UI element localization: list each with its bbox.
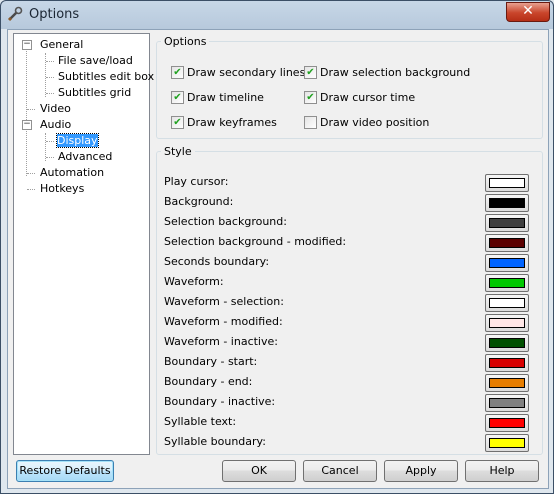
color-picker-button[interactable] <box>485 214 529 232</box>
style-row-label: Boundary - start: <box>164 355 258 368</box>
color-swatch <box>489 238 525 248</box>
checkmark-icon: ✔ <box>171 115 184 129</box>
color-picker-button[interactable] <box>485 434 529 452</box>
color-picker-button[interactable] <box>485 414 529 432</box>
tree-item-advanced[interactable]: Advanced <box>58 149 112 165</box>
options-group: Options ✔ Draw secondary lines ✔ Draw sele… <box>156 35 543 139</box>
tree-line <box>46 157 54 158</box>
options-window: Options ✕ − General File save/load Subti… <box>0 0 554 494</box>
color-picker-button[interactable] <box>485 354 529 372</box>
tree-line <box>46 61 54 62</box>
checkmark-icon: ✔ <box>171 65 184 79</box>
color-picker-button[interactable] <box>485 174 529 192</box>
checkmark-icon: ✔ <box>304 90 317 104</box>
color-swatch <box>489 318 525 328</box>
draw-video-position-checkbox[interactable]: Draw video position <box>304 115 429 132</box>
close-button[interactable]: ✕ <box>506 2 550 22</box>
style-row-label: Seconds boundary: <box>164 255 270 268</box>
options-tree: − General File save/load Subtitles edit … <box>13 33 154 455</box>
style-row-label: Background: <box>164 195 234 208</box>
style-row-label: Syllable boundary: <box>164 435 266 448</box>
tree-item-display[interactable]: Display <box>56 133 99 149</box>
style-row-label: Selection background - modified: <box>164 235 347 248</box>
draw-timeline-checkbox[interactable]: ✔ Draw timeline <box>171 90 264 107</box>
color-picker-button[interactable] <box>485 194 529 212</box>
color-picker-button[interactable] <box>485 294 529 312</box>
color-swatch <box>489 338 525 348</box>
tools-icon <box>7 6 23 22</box>
color-swatch <box>489 258 525 268</box>
color-picker-button[interactable] <box>485 394 529 412</box>
color-swatch <box>489 358 525 368</box>
color-picker-button[interactable] <box>485 334 529 352</box>
style-row-label: Waveform: <box>164 275 224 288</box>
tree-line <box>27 189 35 190</box>
tree-item-video[interactable]: Video <box>40 101 71 117</box>
tree-item-subtitles-grid[interactable]: Subtitles grid <box>58 85 131 101</box>
color-swatch <box>489 418 525 428</box>
tree-line <box>27 173 35 174</box>
checkmark-icon: ✔ <box>171 90 184 104</box>
style-row-label: Play cursor: <box>164 175 229 188</box>
tree-item-subtitles-edit-box[interactable]: Subtitles edit box <box>58 69 154 85</box>
draw-secondary-lines-checkbox[interactable]: ✔ Draw secondary lines <box>171 65 305 82</box>
title-bar: Options ✕ <box>1 1 553 29</box>
tree-line <box>45 53 46 97</box>
style-row-label: Syllable text: <box>164 415 237 428</box>
help-button[interactable]: Help <box>465 460 539 482</box>
tree-line <box>27 109 35 110</box>
tree-item-hotkeys[interactable]: Hotkeys <box>40 181 84 197</box>
color-swatch <box>489 278 525 288</box>
apply-button[interactable]: Apply <box>384 460 458 482</box>
checkbox-empty-icon <box>304 115 317 129</box>
color-swatch <box>489 198 525 208</box>
draw-cursor-time-checkbox[interactable]: ✔ Draw cursor time <box>304 90 415 107</box>
color-picker-button[interactable] <box>485 254 529 272</box>
tree-item-file-save-load[interactable]: File save/load <box>58 53 133 69</box>
style-row-label: Boundary - inactive: <box>164 395 276 408</box>
tree-line <box>46 93 54 94</box>
color-swatch <box>489 218 525 228</box>
style-row-label: Waveform - inactive: <box>164 335 278 348</box>
color-swatch <box>489 298 525 308</box>
color-picker-button[interactable] <box>485 234 529 252</box>
dialog-client: − General File save/load Subtitles edit … <box>7 29 549 489</box>
tree-line <box>46 77 54 78</box>
style-row-label: Waveform - modified: <box>164 315 283 328</box>
tree-line <box>46 141 54 142</box>
ok-button[interactable]: OK <box>222 460 296 482</box>
draw-keyframes-checkbox[interactable]: ✔ Draw keyframes <box>171 115 277 132</box>
color-picker-button[interactable] <box>485 274 529 292</box>
close-icon: ✕ <box>522 3 534 19</box>
tree-item-general[interactable]: General <box>40 37 83 53</box>
style-row-label: Boundary - end: <box>164 375 253 388</box>
checkmark-icon: ✔ <box>304 65 317 79</box>
style-legend: Style <box>164 145 192 158</box>
color-swatch <box>489 438 525 448</box>
collapse-icon[interactable]: − <box>22 120 32 130</box>
collapse-icon[interactable]: − <box>22 40 32 50</box>
tree-item-audio[interactable]: Audio <box>40 117 71 133</box>
style-row-label: Waveform - selection: <box>164 295 284 308</box>
window-title: Options <box>29 7 80 22</box>
color-picker-button[interactable] <box>485 374 529 392</box>
style-row-label: Selection background: <box>164 215 287 228</box>
options-legend: Options <box>164 35 207 48</box>
color-swatch <box>489 398 525 408</box>
color-swatch <box>489 378 525 388</box>
cancel-button[interactable]: Cancel <box>303 460 377 482</box>
color-picker-button[interactable] <box>485 314 529 332</box>
color-swatch <box>489 178 525 188</box>
draw-selection-background-checkbox[interactable]: ✔ Draw selection background <box>304 65 470 82</box>
style-group: Style Play cursor: Background: Selection b… <box>156 145 543 455</box>
restore-defaults-button[interactable]: Restore Defaults <box>16 460 114 482</box>
tree-item-automation[interactable]: Automation <box>40 165 104 181</box>
tree-line <box>26 48 27 176</box>
